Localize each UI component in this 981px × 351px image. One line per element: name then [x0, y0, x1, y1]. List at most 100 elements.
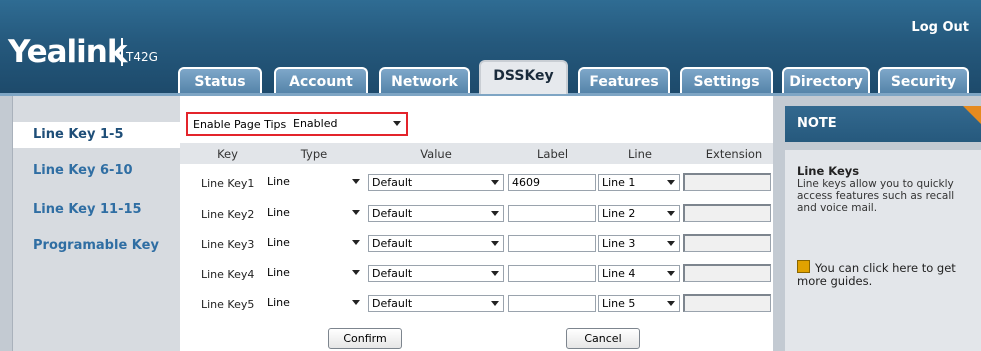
value-value: Default	[372, 237, 413, 250]
page-tips-select[interactable]: Enabled	[290, 116, 405, 133]
chevron-down-icon	[491, 180, 499, 185]
chevron-down-icon	[352, 179, 360, 184]
sidebar-item-line-key-1-5[interactable]: Line Key 1-5	[13, 122, 181, 148]
label-input[interactable]	[508, 265, 596, 282]
model-label: T42G	[126, 50, 158, 64]
page-tips-box: Enable Page Tips Enabled	[186, 112, 408, 136]
note-heading: NOTE	[785, 106, 981, 142]
type-select[interactable]: Line	[264, 174, 364, 191]
chevron-down-icon	[491, 271, 499, 276]
tab-network[interactable]: Network	[379, 67, 470, 93]
line-select[interactable]: Line 4	[598, 265, 680, 282]
label-input[interactable]	[508, 295, 596, 312]
type-select[interactable]: Line	[264, 295, 364, 312]
chevron-down-icon	[491, 301, 499, 306]
value-select[interactable]: Default	[368, 265, 504, 282]
line-value: Line 2	[602, 207, 636, 220]
cancel-button[interactable]: Cancel	[566, 328, 640, 349]
chevron-down-icon	[667, 241, 675, 246]
value-select[interactable]: Default	[368, 295, 504, 312]
type-value: Line	[267, 266, 290, 279]
chevron-down-icon	[667, 301, 675, 306]
tab-dsskey[interactable]: DSSKey	[479, 60, 568, 94]
yealink-logo: Yealink	[8, 34, 127, 70]
chevron-down-icon	[352, 300, 360, 305]
chevron-down-icon	[667, 180, 675, 185]
type-select[interactable]: Line	[264, 235, 364, 252]
col-label: Label	[536, 147, 569, 161]
line-value: Line 1	[602, 176, 636, 189]
line-select[interactable]: Line 1	[598, 174, 680, 191]
chevron-down-icon	[393, 121, 401, 126]
col-extension: Extension	[705, 147, 763, 161]
type-value: Line	[267, 206, 290, 219]
tab-security[interactable]: Security	[878, 67, 969, 93]
book-icon	[797, 260, 810, 273]
page-tips-value: Enabled	[293, 117, 338, 130]
value-value: Default	[372, 207, 413, 220]
line-select[interactable]: Line 5	[598, 295, 680, 312]
value-select[interactable]: Default	[368, 235, 504, 252]
line-value: Line 3	[602, 237, 636, 250]
chevron-down-icon	[352, 270, 360, 275]
chevron-down-icon	[491, 241, 499, 246]
content-area: Line Key 1-5 Line Key 6-10 Line Key 11-1…	[0, 96, 981, 351]
tab-status[interactable]: Status	[178, 67, 262, 93]
header: Yealink T42G Log Out Status Account Netw…	[0, 0, 981, 96]
extension-input[interactable]	[683, 264, 771, 282]
col-key: Key	[217, 147, 238, 161]
tab-features[interactable]: Features	[578, 67, 670, 93]
sidebar: Line Key 1-5 Line Key 6-10 Line Key 11-1…	[12, 96, 181, 351]
line-value: Line 5	[602, 297, 636, 310]
sidebar-item-programable-key[interactable]: Programable Key	[13, 233, 181, 259]
row-key-label: Line Key2	[201, 208, 255, 221]
col-type: Type	[300, 147, 328, 161]
line-select[interactable]: Line 3	[598, 235, 680, 252]
chevron-down-icon	[352, 210, 360, 215]
table-header: Key Type Value Label Line Extension	[180, 143, 773, 164]
type-value: Line	[267, 296, 290, 309]
extension-input[interactable]	[683, 294, 771, 312]
extension-input[interactable]	[683, 234, 771, 252]
tab-account[interactable]: Account	[274, 67, 368, 93]
sidebar-item-line-key-6-10[interactable]: Line Key 6-10	[13, 158, 181, 184]
type-select[interactable]: Line	[264, 205, 364, 222]
guide-text: You can click here to get more guides.	[797, 261, 956, 288]
extension-input[interactable]	[683, 204, 771, 222]
chevron-down-icon	[667, 271, 675, 276]
row-key-label: Line Key1	[201, 177, 255, 190]
confirm-button[interactable]: Confirm	[328, 328, 402, 349]
chevron-down-icon	[352, 240, 360, 245]
tab-directory[interactable]: Directory	[782, 67, 870, 93]
web-ui-frame: Yealink T42G Log Out Status Account Netw…	[0, 0, 981, 351]
label-input[interactable]	[508, 235, 596, 252]
note-text: Line keys allow you to quickly access fe…	[797, 178, 955, 214]
label-input[interactable]	[508, 205, 596, 222]
type-select[interactable]: Line	[264, 265, 364, 282]
extension-input[interactable]	[683, 173, 771, 191]
logo-divider	[121, 38, 123, 66]
page-tips-label: Enable Page Tips	[193, 118, 287, 131]
value-value: Default	[372, 297, 413, 310]
col-line: Line	[628, 147, 652, 161]
line-select[interactable]: Line 2	[598, 205, 680, 222]
row-key-label: Line Key4	[201, 268, 255, 281]
chevron-down-icon	[667, 211, 675, 216]
value-select[interactable]: Default	[368, 174, 504, 191]
value-value: Default	[372, 176, 413, 189]
note-body: Line Keys Line keys allow you to quickly…	[785, 150, 981, 351]
sidebar-item-line-key-11-15[interactable]: Line Key 11-15	[13, 197, 181, 223]
label-input[interactable]: 4609	[508, 174, 596, 191]
value-value: Default	[372, 267, 413, 280]
line-value: Line 4	[602, 267, 636, 280]
note-title: Line Keys	[797, 164, 860, 178]
note-corner-icon	[963, 106, 981, 124]
value-select[interactable]: Default	[368, 205, 504, 222]
col-value: Value	[420, 147, 452, 161]
tab-settings[interactable]: Settings	[680, 67, 773, 93]
row-key-label: Line Key3	[201, 238, 255, 251]
guide-link[interactable]: You can click here to get more guides.	[797, 260, 969, 288]
type-value: Line	[267, 175, 290, 188]
logout-link[interactable]: Log Out	[911, 20, 969, 35]
chevron-down-icon	[491, 211, 499, 216]
